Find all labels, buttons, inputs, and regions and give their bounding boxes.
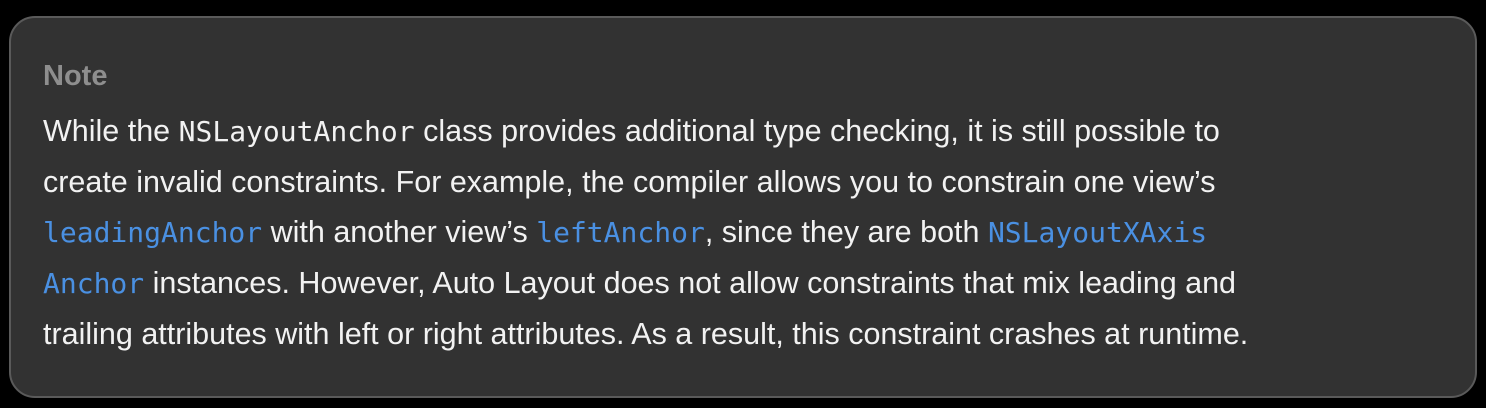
note-line-1: While the NSLayoutAnchor class provides … [43,106,1443,157]
link-leading-anchor[interactable]: leadingAnchor [43,216,262,249]
code-nslayoutanchor: NSLayoutAnchor [178,115,415,148]
text-segment: class provides additional type checking,… [414,114,1220,148]
note-title: Note [43,60,108,92]
text-segment: create invalid constraints. For example,… [43,165,1216,199]
link-left-anchor[interactable]: leftAnchor [536,216,705,249]
note-line-4: Anchor instances. However, Auto Layout d… [43,258,1443,309]
note-line-5: trailing attributes with left or right a… [43,309,1443,359]
text-segment: , since they are both [704,215,988,249]
note-body: While the NSLayoutAnchor class provides … [43,106,1443,359]
text-segment: with another view’s [262,215,537,249]
note-line-3: leadingAnchor with another view’s leftAn… [43,207,1443,258]
link-nslayoutxaxisanchor-part2[interactable]: Anchor [43,267,144,300]
text-segment: instances. However, Auto Layout does not… [144,266,1237,300]
link-nslayoutxaxisanchor-part1[interactable]: NSLayoutXAxis [988,216,1207,249]
note-line-2: create invalid constraints. For example,… [43,157,1443,207]
note-callout: Note While the NSLayoutAnchor class prov… [9,16,1477,398]
text-segment: trailing attributes with left or right a… [43,317,1249,351]
text-segment: While the [43,114,179,148]
